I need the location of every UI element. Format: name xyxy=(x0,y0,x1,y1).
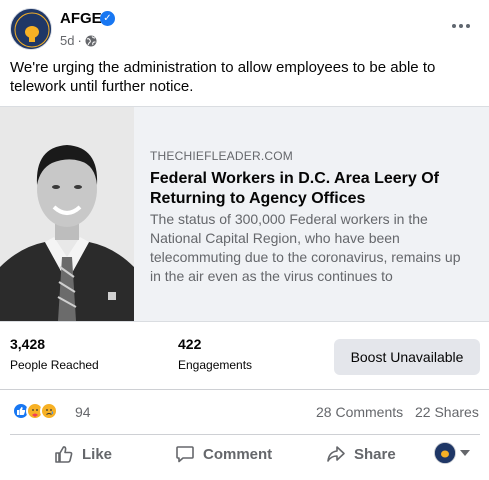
comment-bubble-icon xyxy=(176,446,194,463)
people-reached-label: People Reached xyxy=(10,358,99,372)
chevron-down-icon xyxy=(460,450,470,456)
actions-divider xyxy=(10,434,480,435)
engagements-stat[interactable]: 422 Engagements xyxy=(178,336,252,372)
facebook-post: AFGE ✓ 5d · We're urging the administrat… xyxy=(0,0,489,480)
link-domain: THECHIEFLEADER.COM xyxy=(150,149,293,163)
reaction-count[interactable]: 94 xyxy=(75,404,91,420)
share-label: Share xyxy=(354,445,396,463)
people-reached-stat[interactable]: 3,428 People Reached xyxy=(10,336,99,372)
thumbs-up-icon xyxy=(55,446,73,463)
post-header: AFGE ✓ 5d · xyxy=(0,0,489,58)
post-meta: 5d · xyxy=(60,33,97,48)
reactions-summary: 94 28 Comments 22 Shares xyxy=(0,390,489,434)
afge-logo-icon xyxy=(11,9,51,49)
afge-logo-icon xyxy=(435,443,455,463)
shares-count-link[interactable]: 22 Shares xyxy=(415,404,479,420)
comments-count-link[interactable]: 28 Comments xyxy=(316,404,403,420)
post-as-selector[interactable] xyxy=(434,442,470,464)
post-action-bar: Like Comment Share xyxy=(0,436,489,476)
meta-separator: · xyxy=(77,33,82,48)
globe-icon xyxy=(85,35,97,46)
link-text-block: THECHIEFLEADER.COM Federal Workers in D.… xyxy=(150,149,475,286)
link-thumbnail-image[interactable] xyxy=(0,107,134,321)
dot-icon xyxy=(466,24,470,28)
comment-label: Comment xyxy=(203,445,273,463)
link-description: The status of 300,000 Federal workers in… xyxy=(150,211,461,284)
sad-icon xyxy=(40,402,58,420)
share-button[interactable]: Share xyxy=(326,438,396,470)
more-options-button[interactable] xyxy=(444,12,478,40)
verified-badge-icon: ✓ xyxy=(100,11,115,26)
like-button[interactable]: Like xyxy=(54,438,112,470)
post-message: We're urging the administration to allow… xyxy=(10,59,436,95)
page-name-link[interactable]: AFGE xyxy=(60,10,102,27)
page-avatar-small xyxy=(434,442,456,464)
page-avatar[interactable] xyxy=(10,8,52,50)
like-label: Like xyxy=(82,445,113,463)
person-photo-icon xyxy=(0,107,134,321)
link-preview-card[interactable]: THECHIEFLEADER.COM Federal Workers in D.… xyxy=(0,106,489,322)
post-time[interactable]: 5d xyxy=(60,33,74,48)
reaction-icons[interactable] xyxy=(12,402,58,420)
people-reached-value: 3,428 xyxy=(10,336,46,352)
engagements-label: Engagements xyxy=(178,358,253,372)
link-title[interactable]: Federal Workers in D.C. Area Leery Of Re… xyxy=(150,169,475,209)
comment-button[interactable]: Comment xyxy=(175,438,272,470)
boost-unavailable-button[interactable]: Boost Unavailable xyxy=(334,339,480,375)
engagements-value: 422 xyxy=(178,336,202,352)
share-arrow-icon xyxy=(327,446,345,462)
post-insights: 3,428 People Reached 422 Engagements Boo… xyxy=(0,322,489,390)
dot-icon xyxy=(452,24,456,28)
dot-icon xyxy=(459,24,463,28)
